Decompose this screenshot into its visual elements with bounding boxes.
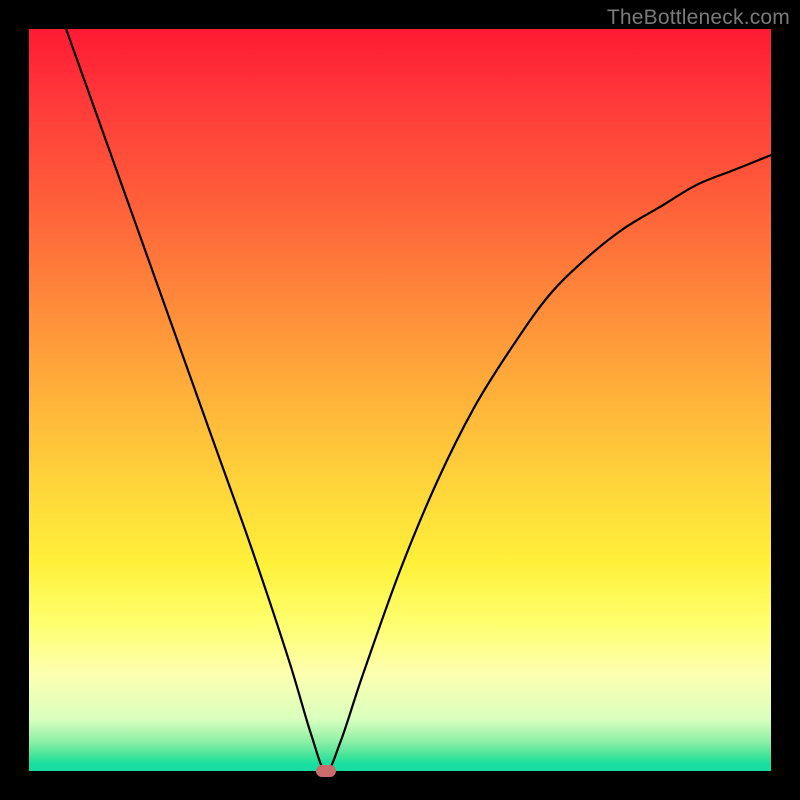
chart-frame: TheBottleneck.com bbox=[0, 0, 800, 800]
watermark-text: TheBottleneck.com bbox=[607, 6, 790, 30]
plot-area bbox=[29, 29, 771, 771]
bottleneck-curve bbox=[29, 29, 771, 771]
optimal-point-marker bbox=[316, 765, 336, 777]
